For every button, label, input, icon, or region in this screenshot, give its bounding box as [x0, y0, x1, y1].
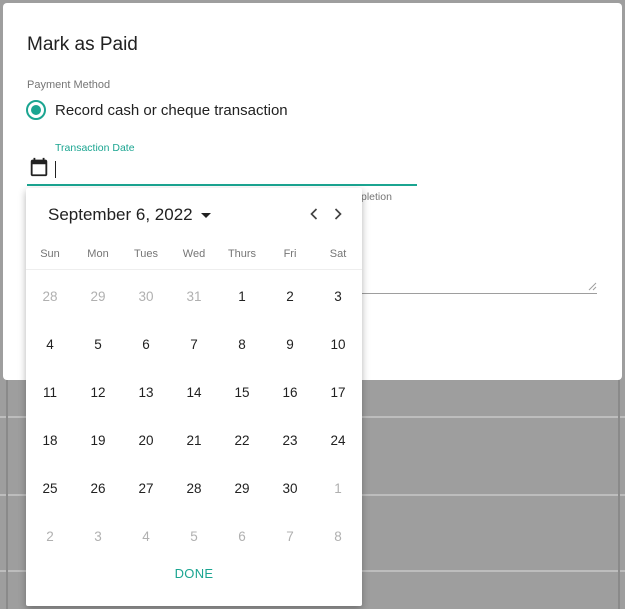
calendar-day-outside-month[interactable]: 29 — [74, 272, 122, 320]
calendar-day[interactable]: 20 — [122, 416, 170, 464]
calendar-week-row: 28 29 30 31 1 2 3 — [26, 272, 362, 320]
calendar-day[interactable]: 3 — [314, 272, 362, 320]
weekday-label: Fri — [283, 248, 297, 260]
calendar-day[interactable]: 27 — [122, 464, 170, 512]
text-caret — [55, 161, 56, 178]
calendar-day[interactable]: 19 — [74, 416, 122, 464]
weekday-label: Sun — [40, 248, 60, 260]
calendar-day-outside-month[interactable]: 4 — [122, 512, 170, 560]
chevron-left-icon[interactable] — [304, 204, 324, 224]
radio-selected-icon[interactable] — [26, 100, 46, 120]
selected-date-label: September 6, 2022 — [48, 205, 193, 224]
payment-method-label: Payment Method — [27, 79, 111, 91]
dialog-title: Mark as Paid — [27, 34, 138, 55]
resize-handle-icon[interactable] — [587, 281, 597, 291]
calendar-grid: 28 29 30 31 1 2 3 4 5 6 7 8 9 10 11 12 13 14 15 16 17 18 19 20 2… — [26, 272, 362, 560]
calendar-day[interactable]: 30 — [266, 464, 314, 512]
calendar-icon[interactable] — [28, 156, 50, 178]
weekday-label: Wed — [182, 248, 206, 260]
calendar-day-outside-month[interactable]: 7 — [266, 512, 314, 560]
calendar-week-row: 25 26 27 28 29 30 1 — [26, 464, 362, 512]
payment-option-cash-cheque[interactable]: Record cash or cheque transaction — [26, 100, 288, 120]
calendar-day[interactable]: 14 — [170, 368, 218, 416]
calendar-day-outside-month[interactable]: 28 — [26, 272, 74, 320]
calendar-day[interactable]: 13 — [122, 368, 170, 416]
calendar-day[interactable]: 21 — [170, 416, 218, 464]
calendar-day[interactable]: 8 — [218, 320, 266, 368]
weekday-label: Thurs — [227, 248, 257, 260]
calendar-day[interactable]: 16 — [266, 368, 314, 416]
helper-text: pletion — [361, 191, 392, 203]
calendar-day-outside-month[interactable]: 3 — [74, 512, 122, 560]
calendar-day-outside-month[interactable]: 1 — [314, 464, 362, 512]
calendar-day[interactable]: 1 — [218, 272, 266, 320]
calendar-day[interactable]: 15 — [218, 368, 266, 416]
calendar-day[interactable]: 10 — [314, 320, 362, 368]
calendar-day[interactable]: 7 — [170, 320, 218, 368]
calendar-week-row: 18 19 20 21 22 23 24 — [26, 416, 362, 464]
calendar-day[interactable]: 18 — [26, 416, 74, 464]
calendar-day[interactable]: 28 — [170, 464, 218, 512]
calendar-day[interactable]: 4 — [26, 320, 74, 368]
calendar-day-outside-month[interactable]: 2 — [26, 512, 74, 560]
calendar-day-outside-month[interactable]: 8 — [314, 512, 362, 560]
calendar-day-outside-month[interactable]: 5 — [170, 512, 218, 560]
calendar-day[interactable]: 5 — [74, 320, 122, 368]
weekday-label: Mon — [87, 248, 109, 260]
transaction-date-label: Transaction Date — [55, 142, 135, 154]
calendar-day[interactable]: 29 — [218, 464, 266, 512]
calendar-day[interactable]: 17 — [314, 368, 362, 416]
calendar-week-row: 4 5 6 7 8 9 10 — [26, 320, 362, 368]
calendar-day[interactable]: 26 — [74, 464, 122, 512]
chevron-right-icon[interactable] — [328, 204, 348, 224]
date-picker-popup: September 6, 2022 Sun Mon Tues Wed Thurs… — [26, 188, 362, 606]
calendar-day[interactable]: 25 — [26, 464, 74, 512]
caret-down-icon — [200, 212, 211, 218]
transaction-date-input[interactable] — [27, 184, 417, 186]
month-year-selector[interactable]: September 6, 2022 — [48, 205, 211, 225]
calendar-day[interactable]: 11 — [26, 368, 74, 416]
calendar-day[interactable]: 6 — [122, 320, 170, 368]
notes-textarea[interactable] — [361, 293, 597, 294]
weekday-label: Sat — [329, 248, 347, 260]
calendar-day[interactable]: 24 — [314, 416, 362, 464]
background-divider — [618, 380, 620, 609]
weekday-header: Sun Mon Tues Wed Thurs Fri Sat — [26, 248, 362, 270]
calendar-day-outside-month[interactable]: 31 — [170, 272, 218, 320]
weekday-label: Tues — [133, 248, 159, 260]
calendar-day[interactable]: 22 — [218, 416, 266, 464]
calendar-day[interactable]: 23 — [266, 416, 314, 464]
background-divider — [6, 380, 8, 609]
calendar-day-outside-month[interactable]: 6 — [218, 512, 266, 560]
payment-option-label: Record cash or cheque transaction — [55, 101, 288, 119]
calendar-day[interactable]: 9 — [266, 320, 314, 368]
calendar-week-row: 2345678 — [26, 512, 362, 560]
calendar-day[interactable]: 2 — [266, 272, 314, 320]
calendar-week-row: 11 12 13 14 15 16 17 — [26, 368, 362, 416]
calendar-day-outside-month[interactable]: 30 — [122, 272, 170, 320]
calendar-day[interactable]: 12 — [74, 368, 122, 416]
done-button[interactable]: DONE — [26, 566, 362, 581]
